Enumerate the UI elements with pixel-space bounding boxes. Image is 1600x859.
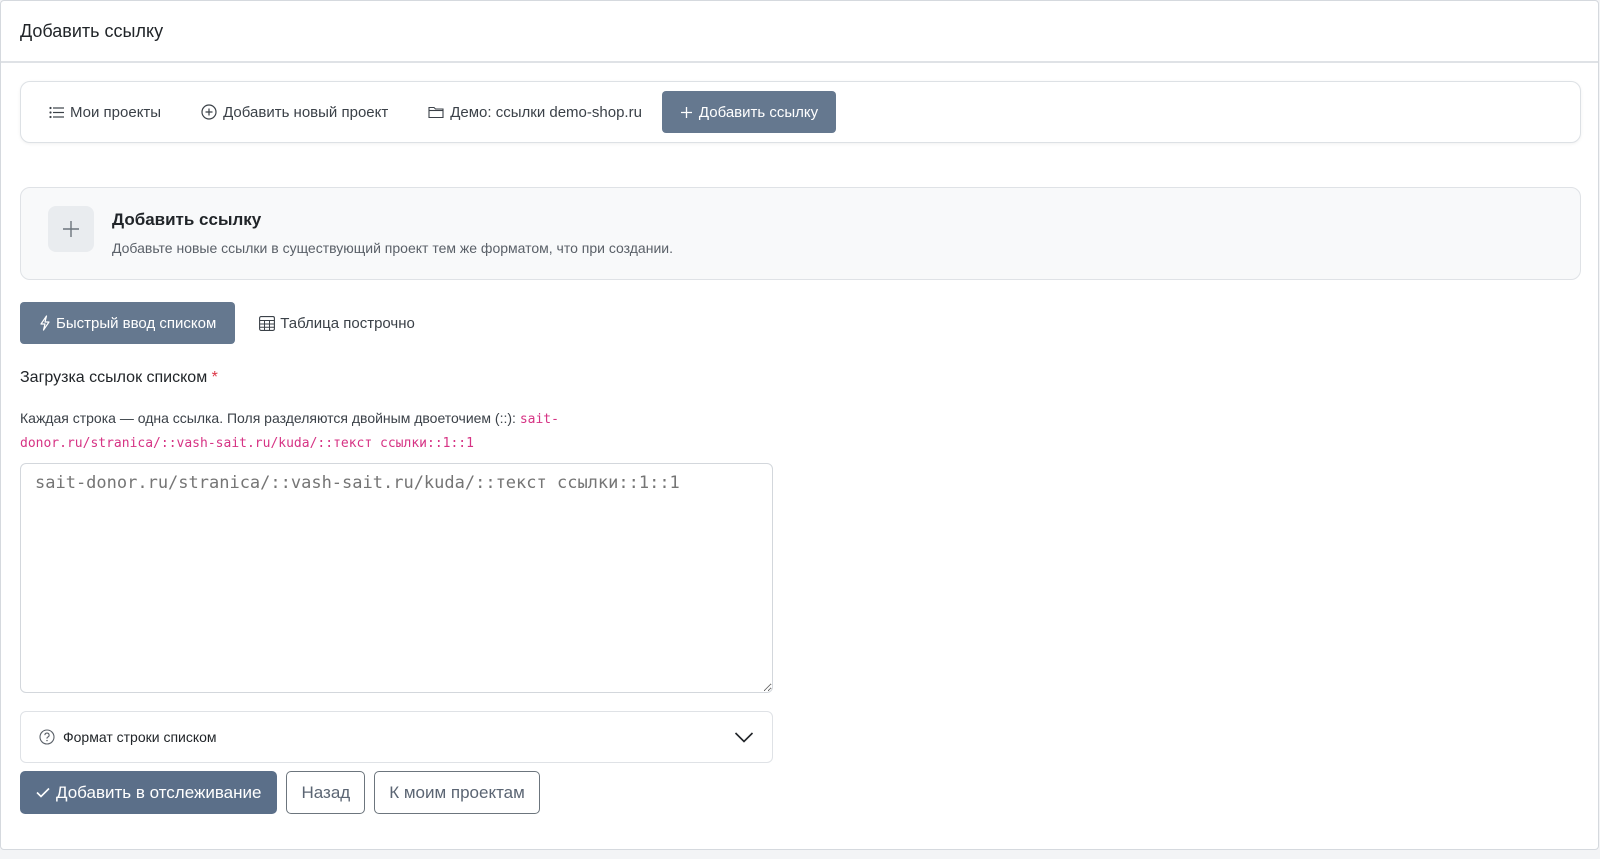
tab-table-rows-label: Таблица построчно bbox=[280, 314, 415, 332]
nav-my-projects-label: Мои проекты bbox=[70, 103, 162, 121]
nav-add-project[interactable]: Добавить новый проект bbox=[181, 91, 408, 133]
tab-table-rows[interactable]: Таблица построчно bbox=[241, 302, 433, 344]
form-actions: Добавить в отслеживание Назад К моим про… bbox=[20, 771, 540, 814]
input-mode-tabs: Быстрый ввод списком Таблица построчно bbox=[20, 302, 433, 344]
project-nav: Мои проекты Добавить новый проект Демо: … bbox=[20, 81, 1581, 143]
info-plus-badge bbox=[48, 206, 94, 252]
list-icon bbox=[49, 106, 64, 118]
plus-circle-icon bbox=[201, 104, 217, 120]
links-list-label-text: Загрузка ссылок списком bbox=[20, 369, 208, 386]
nav-add-link[interactable]: Добавить ссылку bbox=[661, 91, 837, 133]
plus-icon bbox=[63, 221, 79, 237]
tab-quick-list-label: Быстрый ввод списком bbox=[56, 314, 217, 332]
nav-demo-project-label: Демо: ссылки demo-shop.ru bbox=[450, 103, 642, 121]
back-button[interactable]: Назад bbox=[286, 771, 366, 814]
lightning-icon bbox=[40, 315, 50, 331]
page-title: Добавить ссылку bbox=[1, 1, 1598, 63]
field-help: Каждая строка — одна ссылка. Поля раздел… bbox=[20, 407, 620, 455]
nav-add-link-label: Добавить ссылку bbox=[698, 103, 819, 121]
info-box: Добавить ссылку Добавьте новые ссылки в … bbox=[20, 187, 1581, 280]
add-link-card: Добавить ссылку Мои проекты Добавить нов… bbox=[0, 0, 1599, 850]
info-title: Добавить ссылку bbox=[112, 210, 262, 229]
folder-icon bbox=[428, 106, 444, 119]
check-icon bbox=[36, 787, 50, 798]
field-help-text: Каждая строка — одна ссылка. Поля раздел… bbox=[20, 410, 520, 426]
add-to-tracking-button[interactable]: Добавить в отслеживание bbox=[20, 771, 278, 814]
nav-add-project-label: Добавить новый проект bbox=[223, 103, 389, 121]
required-mark: * bbox=[211, 369, 218, 386]
table-icon bbox=[259, 315, 276, 331]
nav-demo-project[interactable]: Демо: ссылки demo-shop.ru bbox=[408, 91, 662, 133]
tab-quick-list[interactable]: Быстрый ввод списком bbox=[20, 302, 236, 344]
my-projects-button[interactable]: К моим проектам bbox=[374, 771, 540, 814]
chevron-down-icon bbox=[734, 732, 754, 743]
plus-icon bbox=[680, 106, 692, 118]
links-list-textarea[interactable] bbox=[20, 463, 773, 693]
nav-my-projects[interactable]: Мои проекты bbox=[29, 91, 181, 133]
format-accordion-label: Формат строки списком bbox=[63, 729, 217, 745]
question-circle-icon bbox=[39, 729, 55, 745]
links-list-label: Загрузка ссылок списком * bbox=[20, 369, 218, 387]
format-accordion[interactable]: Формат строки списком bbox=[20, 711, 773, 763]
info-description: Добавьте новые ссылки в существующий про… bbox=[112, 240, 673, 256]
add-to-tracking-label: Добавить в отслеживание bbox=[56, 782, 262, 802]
